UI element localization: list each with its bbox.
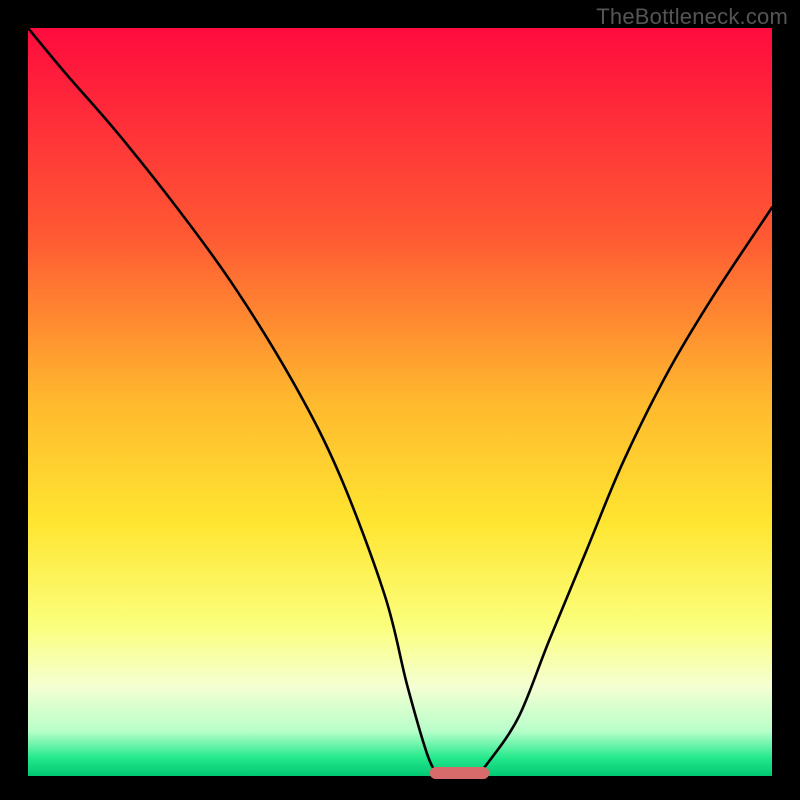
chart-gradient-bg xyxy=(28,28,772,776)
chart-frame: TheBottleneck.com xyxy=(0,0,800,800)
watermark-text: TheBottleneck.com xyxy=(596,4,788,30)
optimum-band-marker xyxy=(430,767,490,779)
bottleneck-chart-svg xyxy=(0,0,800,800)
